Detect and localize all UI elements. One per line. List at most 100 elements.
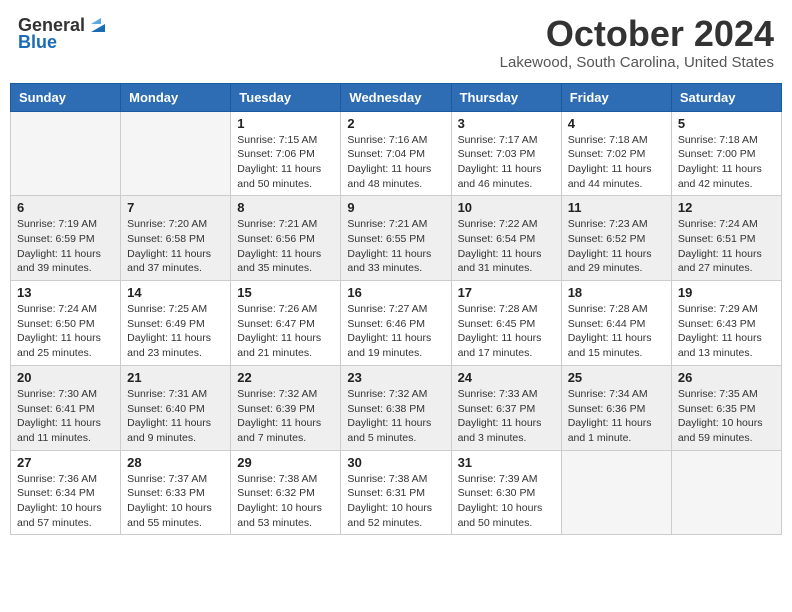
day-info: Sunrise: 7:18 AMSunset: 7:02 PMDaylight:… [568,133,665,192]
day-number: 18 [568,285,665,300]
table-row: 2 Sunrise: 7:16 AMSunset: 7:04 PMDaylight… [341,111,451,196]
calendar-week-row: 1Sunrise: 7:15 AMSunset: 7:06 PMDaylight… [11,111,782,196]
col-tuesday: Tuesday [231,83,341,111]
table-row: 29Sunrise: 7:38 AMSunset: 6:32 PMDayligh… [231,450,341,535]
day-number: 9 [347,200,444,215]
day-info: Sunrise: 7:17 AMSunset: 7:03 PMDaylight:… [458,133,555,192]
logo: General Blue [18,14,109,53]
month-title: October 2024 [500,14,774,54]
table-row: 4 Sunrise: 7:18 AMSunset: 7:02 PMDaylight… [561,111,671,196]
location-title: Lakewood, South Carolina, United States [500,54,774,71]
day-number: 5 [678,116,775,131]
col-thursday: Thursday [451,83,561,111]
header: General Blue October 2024 Lakewood, Sout… [10,10,782,75]
table-row: 19 Sunrise: 7:29 AMSunset: 6:43 PMDayligh… [671,281,781,366]
table-row: 20 Sunrise: 7:30 AMSunset: 6:41 PMDayligh… [11,365,121,450]
day-info: Sunrise: 7:37 AMSunset: 6:33 PMDaylight:… [127,472,224,531]
logo-blue: Blue [18,32,57,53]
day-info: Sunrise: 7:28 AMSunset: 6:44 PMDaylight:… [568,302,665,361]
calendar-header-row: Sunday Monday Tuesday Wednesday Thursday… [11,83,782,111]
table-row: 14Sunrise: 7:25 AMSunset: 6:49 PMDayligh… [121,281,231,366]
table-row: 11 Sunrise: 7:23 AMSunset: 6:52 PMDayligh… [561,196,671,281]
table-row [561,450,671,535]
table-row [121,111,231,196]
table-row: 3 Sunrise: 7:17 AMSunset: 7:03 PMDaylight… [451,111,561,196]
day-number: 19 [678,285,775,300]
calendar-week-row: 20 Sunrise: 7:30 AMSunset: 6:41 PMDayligh… [11,365,782,450]
day-number: 16 [347,285,444,300]
table-row: 1Sunrise: 7:15 AMSunset: 7:06 PMDaylight… [231,111,341,196]
day-number: 10 [458,200,555,215]
table-row: 27Sunrise: 7:36 AMSunset: 6:34 PMDayligh… [11,450,121,535]
col-monday: Monday [121,83,231,111]
day-info: Sunrise: 7:19 AMSunset: 6:59 PMDaylight:… [17,217,114,276]
table-row: 15Sunrise: 7:26 AMSunset: 6:47 PMDayligh… [231,281,341,366]
calendar-week-row: 27Sunrise: 7:36 AMSunset: 6:34 PMDayligh… [11,450,782,535]
day-number: 7 [127,200,224,215]
calendar-week-row: 6 Sunrise: 7:19 AMSunset: 6:59 PMDaylight… [11,196,782,281]
day-number: 12 [678,200,775,215]
table-row: 25 Sunrise: 7:34 AMSunset: 6:36 PMDayligh… [561,365,671,450]
day-number: 20 [17,370,114,385]
day-info: Sunrise: 7:38 AMSunset: 6:32 PMDaylight:… [237,472,334,531]
day-info: Sunrise: 7:24 AMSunset: 6:50 PMDaylight:… [17,302,114,361]
day-info: Sunrise: 7:15 AMSunset: 7:06 PMDaylight:… [237,133,334,192]
col-sunday: Sunday [11,83,121,111]
col-friday: Friday [561,83,671,111]
table-row: 23 Sunrise: 7:32 AMSunset: 6:38 PMDayligh… [341,365,451,450]
day-number: 8 [237,200,334,215]
table-row: 6 Sunrise: 7:19 AMSunset: 6:59 PMDaylight… [11,196,121,281]
day-info: Sunrise: 7:29 AMSunset: 6:43 PMDaylight:… [678,302,775,361]
calendar-week-row: 13 Sunrise: 7:24 AMSunset: 6:50 PMDayligh… [11,281,782,366]
day-info: Sunrise: 7:21 AMSunset: 6:55 PMDaylight:… [347,217,444,276]
day-number: 2 [347,116,444,131]
day-number: 4 [568,116,665,131]
day-number: 6 [17,200,114,215]
day-number: 31 [458,455,555,470]
day-info: Sunrise: 7:21 AMSunset: 6:56 PMDaylight:… [237,217,334,276]
day-number: 11 [568,200,665,215]
table-row: 24 Sunrise: 7:33 AMSunset: 6:37 PMDayligh… [451,365,561,450]
day-info: Sunrise: 7:32 AMSunset: 6:39 PMDaylight:… [237,387,334,446]
day-info: Sunrise: 7:34 AMSunset: 6:36 PMDaylight:… [568,387,665,446]
day-number: 30 [347,455,444,470]
page-container: General Blue October 2024 Lakewood, Sout… [10,10,782,535]
table-row: 26 Sunrise: 7:35 AMSunset: 6:35 PMDayligh… [671,365,781,450]
day-number: 24 [458,370,555,385]
day-number: 25 [568,370,665,385]
col-wednesday: Wednesday [341,83,451,111]
day-info: Sunrise: 7:36 AMSunset: 6:34 PMDaylight:… [17,472,114,531]
table-row: 9 Sunrise: 7:21 AMSunset: 6:55 PMDaylight… [341,196,451,281]
day-info: Sunrise: 7:38 AMSunset: 6:31 PMDaylight:… [347,472,444,531]
day-number: 15 [237,285,334,300]
day-number: 23 [347,370,444,385]
day-info: Sunrise: 7:35 AMSunset: 6:35 PMDaylight:… [678,387,775,446]
table-row: 17Sunrise: 7:28 AMSunset: 6:45 PMDayligh… [451,281,561,366]
day-info: Sunrise: 7:23 AMSunset: 6:52 PMDaylight:… [568,217,665,276]
day-number: 22 [237,370,334,385]
table-row: 7Sunrise: 7:20 AMSunset: 6:58 PMDaylight… [121,196,231,281]
day-info: Sunrise: 7:28 AMSunset: 6:45 PMDaylight:… [458,302,555,361]
day-info: Sunrise: 7:24 AMSunset: 6:51 PMDaylight:… [678,217,775,276]
day-info: Sunrise: 7:22 AMSunset: 6:54 PMDaylight:… [458,217,555,276]
day-info: Sunrise: 7:16 AMSunset: 7:04 PMDaylight:… [347,133,444,192]
logo-icon [87,14,109,36]
table-row: 21Sunrise: 7:31 AMSunset: 6:40 PMDayligh… [121,365,231,450]
day-info: Sunrise: 7:39 AMSunset: 6:30 PMDaylight:… [458,472,555,531]
table-row: 10 Sunrise: 7:22 AMSunset: 6:54 PMDayligh… [451,196,561,281]
day-number: 26 [678,370,775,385]
day-number: 3 [458,116,555,131]
day-number: 28 [127,455,224,470]
table-row: 28 Sunrise: 7:37 AMSunset: 6:33 PMDayligh… [121,450,231,535]
table-row: 18 Sunrise: 7:28 AMSunset: 6:44 PMDayligh… [561,281,671,366]
day-info: Sunrise: 7:33 AMSunset: 6:37 PMDaylight:… [458,387,555,446]
calendar-table: Sunday Monday Tuesday Wednesday Thursday… [10,83,782,536]
day-info: Sunrise: 7:31 AMSunset: 6:40 PMDaylight:… [127,387,224,446]
table-row: 12 Sunrise: 7:24 AMSunset: 6:51 PMDayligh… [671,196,781,281]
col-saturday: Saturday [671,83,781,111]
day-info: Sunrise: 7:32 AMSunset: 6:38 PMDaylight:… [347,387,444,446]
table-row [11,111,121,196]
day-number: 13 [17,285,114,300]
day-info: Sunrise: 7:30 AMSunset: 6:41 PMDaylight:… [17,387,114,446]
table-row: 5Sunrise: 7:18 AMSunset: 7:00 PMDaylight… [671,111,781,196]
